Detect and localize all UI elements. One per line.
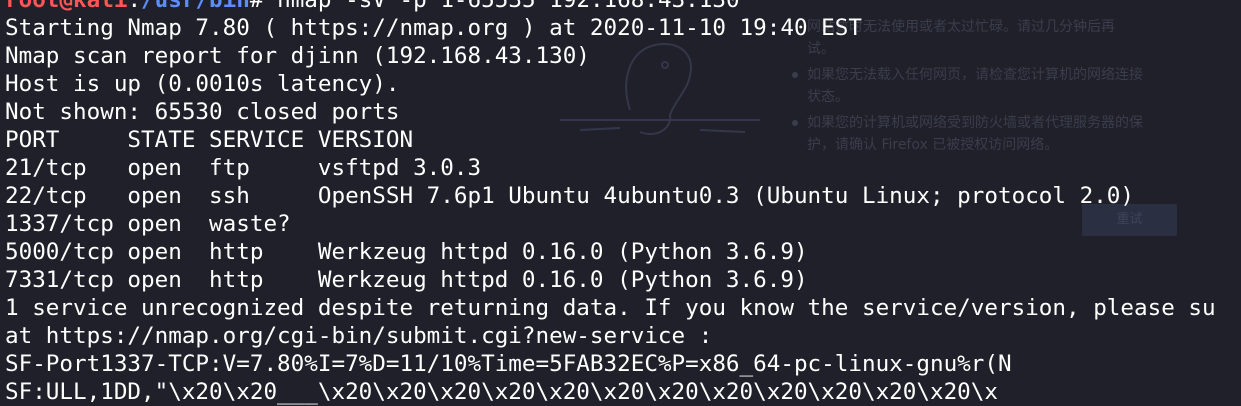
output-line: SF-Port1337-TCP:V=7.80%I=7%D=11/10%Time=…: [5, 351, 1012, 377]
output-line: Host is up (0.0010s latency).: [5, 71, 400, 97]
output-line: Nmap scan report for djinn (192.168.43.1…: [5, 43, 590, 69]
prompt-symbol: #: [249, 0, 278, 13]
prompt-line: root@kali:/usr/bin# nmap -sV -p 1-65535 …: [5, 0, 1216, 14]
prompt-path: /usr/bin: [141, 0, 250, 13]
prompt-separator: :: [127, 0, 142, 13]
output-line: 7331/tcp open http Werkzeug httpd 0.16.0…: [5, 267, 808, 293]
output-line: 5000/tcp open http Werkzeug httpd 0.16.0…: [5, 239, 808, 265]
output-line: PORT STATE SERVICE VERSION: [5, 127, 414, 153]
output-line: Not shown: 65530 closed ports: [5, 99, 400, 125]
output-line: Starting Nmap 7.80 ( https://nmap.org ) …: [5, 15, 862, 41]
prompt-user: root@kali: [5, 0, 128, 13]
prompt-command: nmap -sV -p 1-65535 192.168.43.130: [277, 0, 740, 13]
output-line: 1337/tcp open waste?: [5, 211, 291, 237]
output-line: SF:ULL,1DD,"\x20\x20___\x20\x20\x20\x20\…: [5, 379, 998, 405]
terminal-output: root@kali:/usr/bin# nmap -sV -p 1-65535 …: [5, 0, 1216, 406]
output-line: 22/tcp open ssh OpenSSH 7.6p1 Ubuntu 4ub…: [5, 183, 1135, 209]
terminal-window[interactable]: 网站暂时无法使用或者太过忙碌。请过几分钟后再 试。 如果您无法载入任何网页，请检…: [0, 0, 1241, 406]
output-line: 21/tcp open ftp vsftpd 3.0.3: [5, 155, 482, 181]
output-line: 1 service unrecognized despite returning…: [5, 295, 1216, 321]
output-line: at https://nmap.org/cgi-bin/submit.cgi?n…: [5, 323, 713, 349]
